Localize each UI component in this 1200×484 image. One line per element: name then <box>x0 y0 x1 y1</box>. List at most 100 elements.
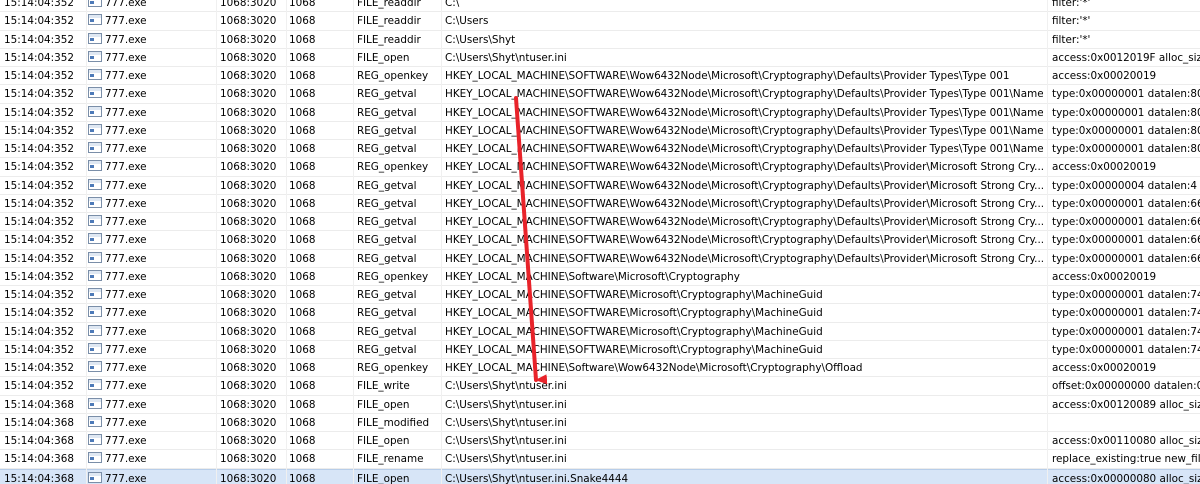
timestamp-cell: 15:14:04:368 <box>4 472 74 484</box>
application-window-icon <box>88 0 102 7</box>
process-name-cell: 777.exe <box>88 177 208 195</box>
table-row[interactable]: 15:14:04:352 777.exe 1068:3020 1068 REG_open… <box>0 359 1200 378</box>
operation-cell: REG_getval <box>357 216 417 228</box>
process-name-cell: 777.exe <box>88 432 208 450</box>
process-name-text: 777.exe <box>105 70 147 82</box>
table-row[interactable]: 15:14:04:368 777.exe 1068:3020 1068 FILE_ope… <box>0 432 1200 451</box>
process-name-cell: 777.exe <box>88 49 208 67</box>
timestamp-cell: 15:14:04:352 <box>4 325 74 338</box>
path-cell: HKEY_LOCAL_MACHINE\SOFTWARE\Wow6432Node\… <box>445 252 1043 265</box>
timestamp-cell: 15:14:04:352 <box>4 179 74 192</box>
operation-cell: FILE_open <box>357 472 410 484</box>
process-name-text: 777.exe <box>105 161 147 174</box>
process-name-cell: 777.exe <box>88 158 208 176</box>
application-window-icon <box>88 196 102 208</box>
table-row[interactable]: 15:14:04:352 777.exe 1068:3020 1068 FILE_ope… <box>0 49 1200 67</box>
detail-cell: type:0x00000001 datalen:80 d <box>1052 88 1200 101</box>
table-row[interactable]: 15:14:04:352 777.exe 1068:3020 1068 REG_getv… <box>0 177 1200 195</box>
process-name-cell: 777.exe <box>88 140 208 158</box>
table-row[interactable]: 15:14:04:352 777.exe 1068:3020 1068 REG_getv… <box>0 286 1200 305</box>
process-name-text: 777.exe <box>105 289 147 301</box>
id-cell: 1068 <box>289 472 316 484</box>
operation-cell: REG_getval <box>357 325 417 338</box>
path-cell: HKEY_LOCAL_MACHINE\SOFTWARE\Wow6432Node\… <box>445 161 1043 174</box>
operation-cell: REG_getval <box>357 289 417 301</box>
application-window-icon <box>88 87 102 99</box>
timestamp-cell: 15:14:04:352 <box>4 252 74 265</box>
process-name-text: 777.exe <box>105 380 147 393</box>
table-row[interactable]: 15:14:04:352 777.exe 1068:3020 1068 REG_getv… <box>0 213 1200 232</box>
path-cell: C:\Users\Shyt <box>445 33 516 46</box>
table-row[interactable]: 15:14:04:352 777.exe 1068:3020 1068 REG_getv… <box>0 250 1200 268</box>
process-name-cell: 777.exe <box>88 0 208 12</box>
table-row[interactable]: 15:14:04:352 777.exe 1068:3020 1068 FILE_rea… <box>0 12 1200 31</box>
process-name-cell: 777.exe <box>88 85 208 103</box>
timestamp-cell: 15:14:04:352 <box>4 124 74 137</box>
table-row[interactable]: 15:14:04:352 777.exe 1068:3020 1068 REG_getv… <box>0 304 1200 323</box>
table-row[interactable]: 15:14:04:352 777.exe 1068:3020 1068 REG_getv… <box>0 231 1200 250</box>
pid-tid-cell: 1068:3020 <box>220 106 277 119</box>
pid-tid-cell: 1068:3020 <box>220 0 277 9</box>
pid-tid-cell: 1068:3020 <box>220 33 277 46</box>
operation-cell: REG_getval <box>357 252 417 265</box>
table-row[interactable]: 15:14:04:352 777.exe 1068:3020 1068 REG_open… <box>0 158 1200 177</box>
path-cell: HKEY_LOCAL_MACHINE\SOFTWARE\Wow6432Node\… <box>445 88 1043 101</box>
table-row[interactable]: 15:14:04:368 777.exe 1068:3020 1068 FILE_mod… <box>0 414 1200 432</box>
timestamp-cell: 15:14:04:352 <box>4 343 74 356</box>
timestamp-cell: 15:14:04:352 <box>4 0 74 9</box>
application-window-icon <box>88 50 102 62</box>
table-row[interactable]: 15:14:04:352 777.exe 1068:3020 1068 REG_getv… <box>0 122 1200 140</box>
process-name-text: 777.exe <box>105 0 147 9</box>
timestamp-cell: 15:14:04:352 <box>4 143 74 155</box>
process-name-cell: 777.exe <box>88 377 208 395</box>
process-name-text: 777.exe <box>105 307 147 320</box>
detail-cell: type:0x00000001 datalen:80 d <box>1052 143 1200 155</box>
table-row[interactable]: 15:14:04:352 777.exe 1068:3020 1068 FILE_wri… <box>0 377 1200 396</box>
path-cell: C:\Users\Shyt\ntuser.ini.Snake4444 <box>445 472 629 484</box>
application-window-icon <box>88 434 102 445</box>
table-row[interactable]: 15:14:04:352 777.exe 1068:3020 1068 REG_open… <box>0 67 1200 86</box>
table-row[interactable]: 15:14:04:352 777.exe 1068:3020 1068 REG_getv… <box>0 323 1200 341</box>
table-row[interactable]: 15:14:04:352 777.exe 1068:3020 1068 REG_open… <box>0 268 1200 286</box>
detail-cell: type:0x00000001 datalen:74 d <box>1052 289 1200 301</box>
pid-tid-cell: 1068:3020 <box>220 416 277 429</box>
table-row[interactable]: 15:14:04:352 777.exe 1068:3020 1068 REG_getv… <box>0 104 1200 122</box>
table-row[interactable]: 15:14:04:368 777.exe 1068:3020 1068 FILE_ope… <box>0 396 1200 414</box>
process-name-cell: 777.exe <box>88 122 208 140</box>
process-name-text: 777.exe <box>105 270 147 283</box>
path-cell: C:\Users\Shyt\ntuser.ini <box>445 398 567 411</box>
process-name-cell: 777.exe <box>88 341 208 359</box>
path-cell: HKEY_LOCAL_MACHINE\SOFTWARE\Wow6432Node\… <box>445 197 1043 210</box>
detail-cell: filter:'*' <box>1052 15 1091 28</box>
timestamp-cell: 15:14:04:352 <box>4 15 74 28</box>
process-name-text: 777.exe <box>105 453 147 466</box>
application-window-icon <box>88 324 102 336</box>
timestamp-cell: 15:14:04:352 <box>4 380 74 393</box>
path-cell: C:\Users\Shyt\ntuser.ini <box>445 416 567 429</box>
timestamp-cell: 15:14:04:352 <box>4 70 74 82</box>
detail-cell: type:0x00000001 datalen:74 d <box>1052 325 1200 338</box>
id-cell: 1068 <box>289 179 316 192</box>
table-row[interactable]: 15:14:04:352 777.exe 1068:3020 1068 FILE_rea… <box>0 31 1200 49</box>
timestamp-cell: 15:14:04:368 <box>4 453 74 466</box>
table-row[interactable]: 15:14:04:368 777.exe 1068:3020 1068 FILE_ope… <box>0 468 1200 484</box>
table-row[interactable]: 15:14:04:352 777.exe 1068:3020 1068 REG_getv… <box>0 140 1200 159</box>
timestamp-cell: 15:14:04:352 <box>4 33 74 46</box>
table-row[interactable]: 15:14:04:352 777.exe 1068:3020 1068 FILE_rea… <box>0 0 1200 13</box>
path-cell: HKEY_LOCAL_MACHINE\SOFTWARE\Wow6432Node\… <box>445 216 1043 228</box>
process-name-text: 777.exe <box>105 197 147 210</box>
operation-cell: FILE_rename <box>357 453 424 466</box>
detail-cell: type:0x00000001 datalen:80 d <box>1052 106 1200 119</box>
application-window-icon <box>88 14 102 26</box>
column-separator <box>353 0 354 484</box>
id-cell: 1068 <box>289 88 316 101</box>
detail-cell: access:0x00110080 alloc_size: <box>1052 435 1200 447</box>
table-row[interactable]: 15:14:04:352 777.exe 1068:3020 1068 REG_getv… <box>0 341 1200 359</box>
table-row[interactable]: 15:14:04:368 777.exe 1068:3020 1068 FILE_ren… <box>0 450 1200 469</box>
detail-cell: replace_existing:true new_filer <box>1052 453 1200 466</box>
table-row[interactable]: 15:14:04:352 777.exe 1068:3020 1068 REG_getv… <box>0 85 1200 104</box>
table-row[interactable]: 15:14:04:352 777.exe 1068:3020 1068 REG_getv… <box>0 195 1200 213</box>
application-window-icon <box>88 160 102 172</box>
id-cell: 1068 <box>289 398 316 411</box>
operation-cell: REG_getval <box>357 234 417 247</box>
